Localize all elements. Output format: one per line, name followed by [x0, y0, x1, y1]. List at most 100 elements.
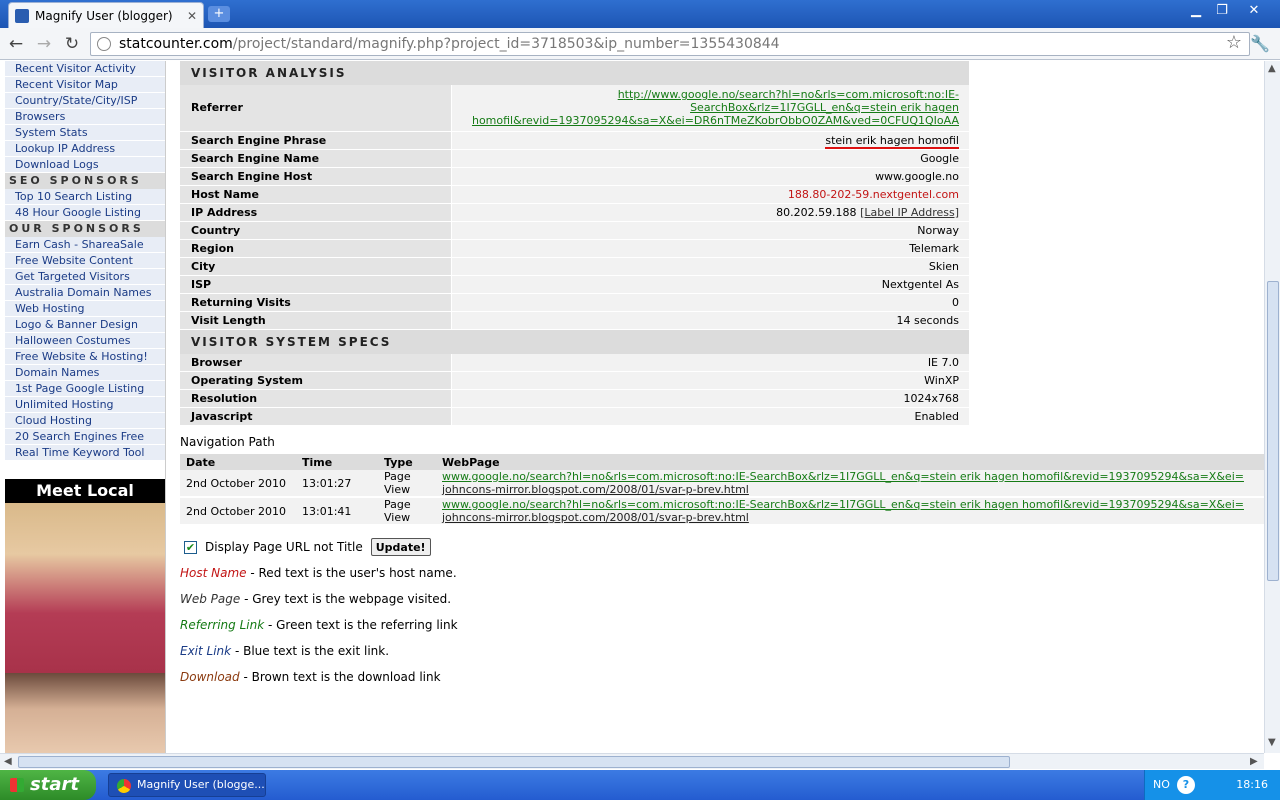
- sidebar-link[interactable]: Halloween Costumes: [5, 333, 165, 349]
- sidebar-link[interactable]: Web Hosting: [5, 301, 165, 317]
- sidebar-link[interactable]: 1st Page Google Listing: [5, 381, 165, 397]
- table-row: Javascript Enabled: [180, 407, 969, 426]
- seo-sponsor-links: Top 10 Search Listing 48 Hour Google List…: [5, 189, 165, 221]
- display-url-checkbox[interactable]: ✔: [184, 540, 197, 554]
- row-value: 188.80-202-59.nextgentel.com: [451, 185, 969, 204]
- col-webpage: WebPage: [436, 454, 1264, 470]
- start-button[interactable]: start: [0, 770, 96, 800]
- color-legend: Host Name - Red text is the user's host …: [180, 566, 1264, 686]
- sidebar-reports: Recent Visitor Activity Recent Visitor Ma…: [5, 61, 165, 173]
- update-button[interactable]: Update!: [370, 538, 431, 556]
- value-text: Nextgentel As: [881, 277, 959, 291]
- value-text: 188.80-202-59.nextgentel.com: [787, 187, 959, 201]
- value-text: stein erik hagen homofil: [825, 133, 959, 149]
- scroll-up-icon[interactable]: ▲: [1268, 63, 1276, 74]
- table-header-row: Date Time Type WebPage: [180, 454, 1264, 470]
- address-bar[interactable]: statcounter.com/project/standard/magnify…: [90, 32, 1250, 56]
- back-arrow-icon[interactable]: ←: [5, 33, 27, 55]
- wrench-menu-icon[interactable]: 🔧: [1250, 34, 1270, 53]
- sidebar-link[interactable]: System Stats: [5, 125, 165, 141]
- table-row: Visit Length 14 seconds: [180, 311, 969, 330]
- browser-tab[interactable]: Magnify User (blogger) ✕: [8, 2, 204, 28]
- scroll-down-icon[interactable]: ▼: [1268, 737, 1276, 748]
- sidebar-link[interactable]: Domain Names: [5, 365, 165, 381]
- legend-key: Referring Link: [180, 618, 265, 632]
- row-value: Skien: [451, 257, 969, 276]
- row-label: Search Engine Name: [180, 149, 452, 168]
- table-row: Returning Visits 0: [180, 293, 969, 312]
- sidebar-link[interactable]: 48 Hour Google Listing: [5, 205, 165, 221]
- ad-photo: [5, 503, 165, 673]
- reload-icon[interactable]: ↻: [61, 33, 83, 55]
- sidebar-link[interactable]: Earn Cash - ShareaSale: [5, 237, 165, 253]
- referrer-link[interactable]: http://www.google.no/search?hl=no&rls=co…: [472, 88, 959, 127]
- horizontal-scrollbar[interactable]: ◀ ▶: [0, 753, 1264, 769]
- sidebar-link[interactable]: Cloud Hosting: [5, 413, 165, 429]
- taskbar-chrome-window[interactable]: Magnify User (blogge...: [108, 773, 266, 797]
- row-label: Resolution: [180, 389, 452, 408]
- legend-text: - Blue text is the exit link.: [231, 644, 390, 658]
- vertical-scroll-thumb[interactable]: [1267, 281, 1279, 581]
- new-tab-button[interactable]: +: [208, 6, 230, 22]
- nav-date: 2nd October 2010: [180, 470, 296, 498]
- minimize-icon[interactable]: ▁: [1184, 2, 1208, 20]
- sidebar-link[interactable]: Free Website Content: [5, 253, 165, 269]
- sidebar-link[interactable]: Recent Visitor Activity: [5, 61, 165, 77]
- sidebar-link[interactable]: Download Logs: [5, 157, 165, 173]
- forward-arrow-icon[interactable]: →: [33, 33, 55, 55]
- sidebar-link[interactable]: Recent Visitor Map: [5, 77, 165, 93]
- row-value: Nextgentel As: [451, 275, 969, 294]
- table-row: City Skien: [180, 257, 969, 276]
- sidebar-link[interactable]: Real Time Keyword Tool: [5, 445, 165, 461]
- bookmark-star-icon[interactable]: ☆: [1226, 32, 1242, 53]
- nav-webpage: www.google.no/search?hl=no&rls=com.micro…: [436, 497, 1264, 526]
- row-value: Norway: [451, 221, 969, 240]
- referring-link[interactable]: www.google.no/search?hl=no&rls=com.micro…: [442, 498, 1244, 511]
- sidebar-link[interactable]: Unlimited Hosting: [5, 397, 165, 413]
- legend-text: - Red text is the user's host name.: [246, 566, 457, 580]
- referring-link[interactable]: www.google.no/search?hl=no&rls=com.micro…: [442, 470, 1244, 483]
- nav-type: Page View: [378, 470, 436, 498]
- navigation-path-table: Date Time Type WebPage 2nd October 2010 1…: [180, 454, 1264, 526]
- scroll-left-icon[interactable]: ◀: [4, 756, 12, 767]
- close-tab-icon[interactable]: ✕: [187, 9, 197, 23]
- checkbox-label: Display Page URL not Title: [205, 540, 363, 554]
- sidebar-link[interactable]: Lookup IP Address: [5, 141, 165, 157]
- language-indicator[interactable]: NO: [1153, 778, 1170, 791]
- singles-ad-banner[interactable]: Meet Local Singles: [5, 479, 165, 753]
- sidebar-link[interactable]: Top 10 Search Listing: [5, 189, 165, 205]
- scroll-right-icon[interactable]: ▶: [1250, 756, 1258, 767]
- sidebar-link[interactable]: Browsers: [5, 109, 165, 125]
- row-value: 80.202.59.188 [Label IP Address]: [451, 203, 969, 222]
- seo-sponsors-heading: SEO SPONSORS: [5, 173, 165, 189]
- sidebar-link[interactable]: Australia Domain Names: [5, 285, 165, 301]
- close-window-icon[interactable]: ✕: [1242, 2, 1266, 20]
- legend-text: - Green text is the referring link: [264, 618, 458, 632]
- sidebar-link[interactable]: 20 Search Engines Free: [5, 429, 165, 445]
- row-label: ISP: [180, 275, 452, 294]
- legend-text: - Brown text is the download link: [239, 670, 441, 684]
- sidebar-link[interactable]: Logo & Banner Design: [5, 317, 165, 333]
- sidebar-link[interactable]: Get Targeted Visitors: [5, 269, 165, 285]
- value-text: Google: [920, 151, 959, 165]
- horizontal-scroll-thumb[interactable]: [18, 756, 1010, 768]
- help-icon[interactable]: ?: [1177, 776, 1195, 794]
- legend-key: Web Page: [180, 592, 241, 606]
- restore-icon[interactable]: ❐: [1210, 2, 1234, 20]
- legend-key: Exit Link: [180, 644, 232, 658]
- table-row: IP Address 80.202.59.188 [Label IP Addres…: [180, 203, 969, 222]
- sidebar-link[interactable]: Free Website & Hosting!: [5, 349, 165, 365]
- value-text: 14 seconds: [896, 313, 959, 327]
- table-row: 2nd October 2010 13:01:27 Page View www.goo…: [180, 470, 1264, 498]
- referrer-value: http://www.google.no/search?hl=no&rls=co…: [451, 85, 969, 132]
- system-tray: NO ? 18:16: [1144, 770, 1280, 800]
- table-row: Search Engine Name Google: [180, 149, 969, 168]
- legend-key: Download: [180, 670, 240, 684]
- page-link[interactable]: johncons-mirror.blogspot.com/2008/01/sva…: [442, 483, 749, 495]
- label-ip-link[interactable]: [Label IP Address]: [860, 206, 959, 219]
- sidebar-link[interactable]: Country/State/City/ISP: [5, 93, 165, 109]
- vertical-scrollbar[interactable]: ▲ ▼: [1264, 61, 1280, 753]
- row-value: Enabled: [451, 407, 969, 426]
- page-link[interactable]: johncons-mirror.blogspot.com/2008/01/sva…: [442, 511, 749, 523]
- system-specs-heading: VISITOR SYSTEM SPECS: [180, 329, 969, 354]
